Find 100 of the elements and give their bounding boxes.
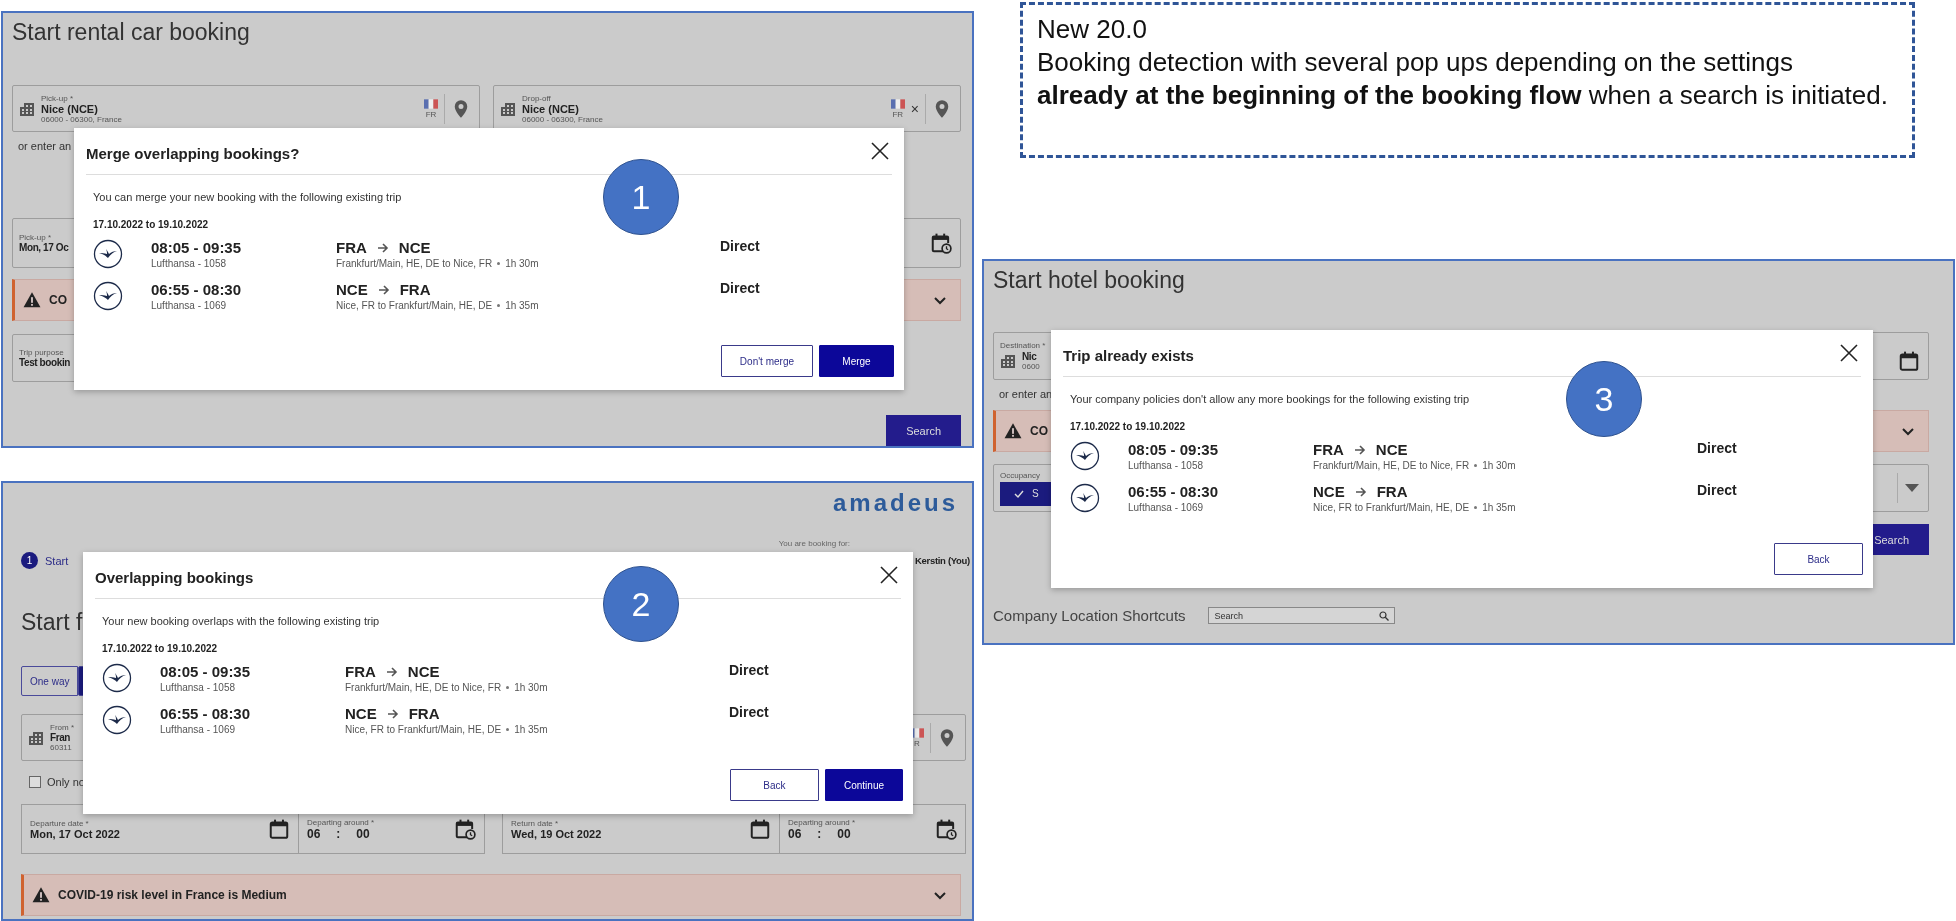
arrow-right-icon — [376, 241, 389, 254]
stops-label: Direct — [1697, 440, 1738, 456]
search-button[interactable]: Search — [886, 415, 961, 446]
stops-label: Direct — [720, 238, 761, 254]
location-field[interactable]: Drop-off Nice (NCE) 06000 - 06300, France FR × — [493, 85, 961, 132]
occupancy-button[interactable]: S — [1000, 481, 1053, 506]
flight-duration: 1h 35m — [1482, 502, 1516, 513]
hint-text: or enter an — [18, 140, 72, 152]
flight-duration: 1h 30m — [1482, 460, 1516, 471]
separator-dot — [506, 686, 510, 689]
check-icon — [1014, 488, 1024, 499]
alert-text: COVID-19 risk level in France is Medium — [58, 888, 287, 902]
separator-dot — [1474, 464, 1478, 467]
flight-times: 06:55 - 08:30 — [151, 281, 242, 298]
field-value: Mon, 17 Oc — [19, 242, 69, 253]
flight-number: Lufthansa - 1069 — [151, 300, 227, 311]
airline-logo-icon — [1070, 483, 1100, 513]
flight-number: Lufthansa - 1069 — [1128, 502, 1204, 513]
airline-logo-icon — [93, 239, 123, 269]
search-field[interactable]: Search — [1207, 607, 1395, 624]
section-label: Company Location Shortcuts — [993, 607, 1186, 624]
field-label: Pick-up * — [19, 233, 51, 242]
arrow-right-icon — [1354, 485, 1367, 498]
clear-button[interactable]: × — [910, 100, 919, 117]
booking-for-label: You are booking for: — [778, 539, 850, 548]
origin-code: NCE — [345, 705, 377, 722]
origin-code: NCE — [1313, 483, 1345, 500]
trip-type-tab[interactable]: One way — [21, 666, 79, 696]
dialog-button[interactable]: Continue — [824, 769, 903, 801]
field-subtext: 06000 - 06300, France — [41, 114, 122, 124]
logo: amadeus — [832, 489, 958, 517]
step-number-badge: 1 — [603, 159, 679, 235]
trip-dates: 17.10.2022 to 19.10.2022 — [93, 219, 209, 230]
arrow-right-icon — [385, 665, 398, 678]
route-text: Frankfurt/Main, HE, DE to Nice, FR — [1313, 460, 1470, 471]
building-icon — [1000, 352, 1016, 369]
page-title: Start hotel booking — [993, 267, 1185, 294]
warning-icon — [1004, 422, 1022, 440]
field-value: Fran — [50, 732, 71, 743]
field-label: Trip purpose — [19, 348, 64, 357]
dialog-button[interactable]: Back — [1774, 543, 1863, 575]
alert-text: CO — [49, 293, 67, 307]
separator-dot — [506, 728, 510, 731]
calendar-icon[interactable] — [1898, 349, 1920, 372]
location-field[interactable]: Pick-up * Nice (NCE) 06000 - 06300, France FR — [12, 85, 480, 132]
field-value: Nic — [1022, 350, 1037, 362]
flag-icon — [890, 98, 905, 109]
country-code: FR — [425, 109, 437, 119]
dialog-message: Your company policies don't allow any more bookings for the following existing trip — [1070, 393, 1470, 405]
flight-number: Lufthansa - 1058 — [160, 682, 236, 693]
field-label: Drop-off — [522, 93, 551, 103]
stops-label: Direct — [729, 704, 770, 720]
flight-times: 06:55 - 08:30 — [1128, 483, 1219, 500]
flight-times: 08:05 - 09:35 — [160, 663, 251, 680]
flight-number: Lufthansa - 1069 — [160, 724, 236, 735]
search-icon[interactable] — [1378, 611, 1389, 621]
route-text: Frankfurt/Main, HE, DE to Nice, FR — [336, 258, 493, 269]
dialog-title: Trip already exists — [1063, 345, 1194, 364]
note-text: Booking detection with several pop ups depending on the settings already at the beginning of the booking flow when a search is initiated. — [1037, 46, 1888, 112]
dialog-button[interactable]: Don't merge — [720, 345, 813, 377]
flight-duration: 1h 35m — [514, 724, 548, 735]
dropdown-triangle-icon[interactable] — [1904, 483, 1920, 493]
field-value: Nice (NCE) — [522, 102, 579, 115]
arrow-right-icon — [1353, 443, 1366, 456]
flight-duration: 1h 35m — [505, 300, 539, 311]
field-label: Occupancy — [1000, 470, 1041, 480]
destination-code: NCE — [407, 663, 440, 680]
field-value: Nice (NCE) — [41, 102, 98, 115]
trip-dates: 17.10.2022 to 19.10.2022 — [1070, 421, 1186, 432]
flight-times: 06:55 - 08:30 — [160, 705, 251, 722]
calendar-clock-icon[interactable] — [930, 232, 952, 254]
dialog-button[interactable]: Merge — [819, 345, 894, 377]
airline-logo-icon — [93, 281, 123, 311]
risk-alert-banner[interactable]: COVID-19 risk level in France is Medium — [21, 874, 961, 916]
step-label[interactable]: Start — [45, 554, 69, 567]
country-code: FR — [892, 109, 904, 119]
country-code: R — [914, 738, 920, 748]
destination-code: FRA — [408, 705, 440, 722]
stops-label: Direct — [729, 662, 770, 678]
dialog-message: Your new booking overlaps with the following existing trip — [102, 615, 380, 627]
step-number: 1 — [21, 552, 38, 569]
dialog-button[interactable]: Back — [729, 769, 819, 801]
step-number-badge: 3 — [1566, 361, 1642, 437]
separator-dot — [497, 304, 501, 307]
route-text: Nice, FR to Frankfurt/Main, HE, DE — [345, 724, 502, 735]
flight-number: Lufthansa - 1058 — [151, 258, 227, 269]
flight-duration: 1h 30m — [514, 682, 548, 693]
flag-icon — [424, 98, 438, 109]
airline-logo-icon — [102, 663, 132, 693]
trip-dates: 17.10.2022 to 19.10.2022 — [102, 643, 218, 654]
arrow-right-icon — [386, 707, 399, 720]
traveler-name[interactable]: Kerstin (You) — [914, 555, 970, 566]
field-subtext: 06000 - 06300, France — [522, 114, 603, 124]
origin-code: NCE — [336, 281, 368, 298]
origin-code: FRA — [1313, 441, 1344, 458]
destination-code: FRA — [1376, 483, 1408, 500]
checkbox[interactable] — [29, 776, 41, 788]
field-value: Test bookin — [19, 357, 70, 368]
separator-dot — [1474, 506, 1478, 509]
flight-times: 08:05 - 09:35 — [151, 239, 242, 256]
